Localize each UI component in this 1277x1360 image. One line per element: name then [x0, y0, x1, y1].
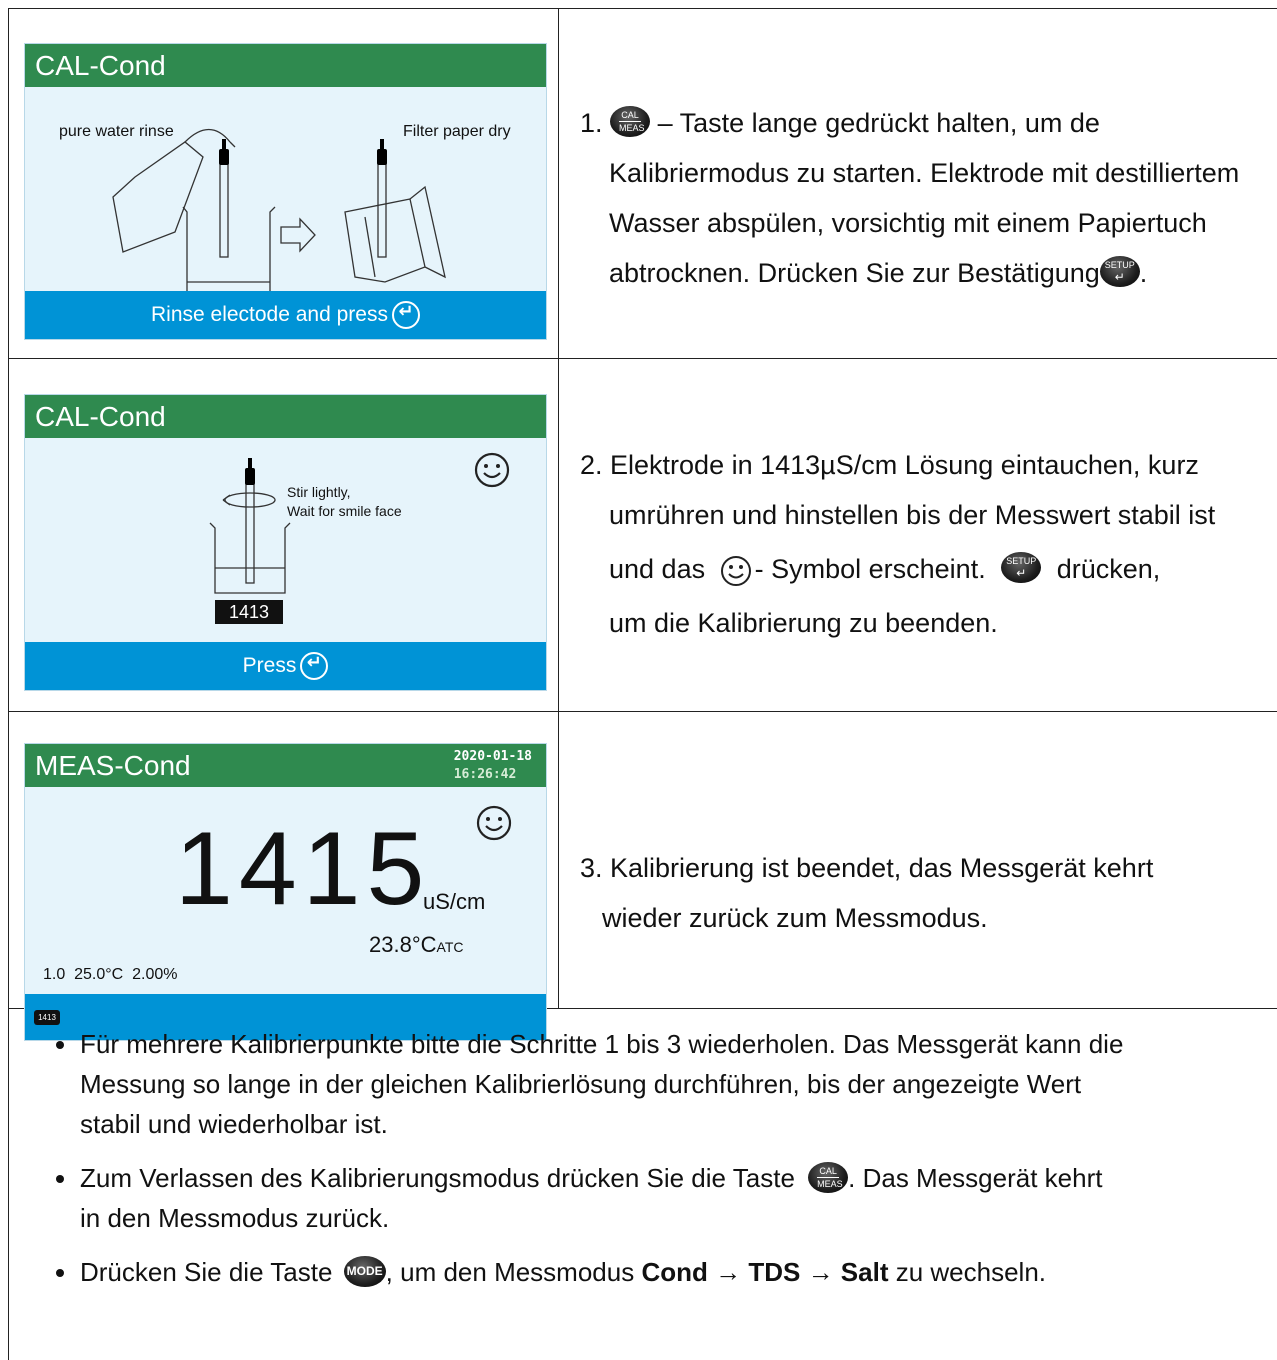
- cal-meas-key-icon: CAL MEAS: [610, 106, 651, 138]
- calibration-value: 1413: [215, 600, 283, 624]
- step-3-line-2: wieder zurück zum Messmodus.: [602, 903, 988, 933]
- screen-rinse: CAL-Cond pure water rinse Filter paper d…: [24, 43, 547, 340]
- footer-text: Press: [242, 654, 297, 677]
- step-number: 1.: [580, 108, 603, 138]
- screen-title: MEAS-Cond 2020-01-18 16:26:42: [25, 744, 546, 787]
- step-2-line-1: 2. Elektrode in 1413µS/cm Lösung eintauc…: [580, 450, 1199, 480]
- row-divider: [8, 358, 1277, 359]
- step-2-text: 2. Elektrode in 1413µS/cm Lösung eintauc…: [580, 440, 1215, 648]
- note-item: Drücken Sie die Taste MODE, um den Messm…: [56, 1252, 1260, 1292]
- step-1-line-4: abtrocknen. Drücken Sie zur Bestätigung: [609, 258, 1100, 288]
- step-3-line-1: 3. Kalibrierung ist beendet, das Messger…: [580, 853, 1154, 883]
- setup-key-icon: SETUP ↵: [1099, 256, 1140, 288]
- step-1-line-3: Wasser abspülen, vorsichtig mit einem Pa…: [609, 208, 1207, 238]
- stir-illustration: [209, 458, 291, 594]
- screen-measure: MEAS-Cond 2020-01-18 16:26:42 1415 uS/cm…: [24, 743, 547, 1041]
- measurement-value: 1415: [175, 811, 431, 927]
- notes-list: Für mehrere Kalibrierpunkte bitte die Sc…: [56, 1024, 1260, 1306]
- rinse-dry-illustration: [112, 128, 446, 291]
- enter-icon: [391, 301, 420, 329]
- step-2-line-2: umrühren und hinstellen bis der Messwert…: [609, 500, 1216, 530]
- screen-footer: Rinse electode and press: [25, 291, 546, 339]
- setup-key-icon: SETUP ↵: [1001, 552, 1042, 584]
- column-divider: [558, 8, 559, 1008]
- smiley-icon: [720, 555, 751, 586]
- screen-calibrate: CAL-Cond Stir lightly, Wait for smile fa…: [24, 394, 547, 691]
- mode-key-icon: MODE: [343, 1255, 386, 1287]
- screen-title: CAL-Cond: [25, 44, 546, 87]
- buffer-badge-icon: 1413: [34, 1010, 60, 1025]
- step-1-line-2: Kalibriermodus zu starten. Elektrode mit…: [609, 158, 1240, 188]
- step-2-line-4: um die Kalibrierung zu beenden.: [609, 608, 998, 638]
- row-divider: [8, 711, 1277, 712]
- enter-icon: [300, 652, 329, 680]
- screen-footer: Press: [25, 642, 546, 690]
- note-item: Für mehrere Kalibrierpunkte bitte die Sc…: [56, 1024, 1260, 1144]
- screen-title: CAL-Cond: [25, 395, 546, 438]
- note-item: Zum Verlassen des Kalibrierungsmodus drü…: [56, 1158, 1260, 1238]
- status-line: 1.0 25.0°C 2.00%: [43, 966, 178, 983]
- measurement-unit: uS/cm: [423, 889, 486, 914]
- smiley-icon: [476, 805, 512, 841]
- step-1-line-1: – Taste lange gedrückt halten, um de: [657, 108, 1100, 138]
- step-1-text: 1. CAL MEAS – Taste lange gedrückt halten…: [580, 106, 1240, 288]
- cal-meas-key-icon: CAL MEAS: [808, 1161, 849, 1193]
- temperature-readout: 23.8°CATC: [369, 932, 464, 957]
- step-3-text: 3. Kalibrierung ist beendet, das Messger…: [580, 843, 1153, 943]
- footer-text: Rinse electode and press: [151, 303, 388, 326]
- datetime: 2020-01-18 16:26:42: [453, 749, 532, 782]
